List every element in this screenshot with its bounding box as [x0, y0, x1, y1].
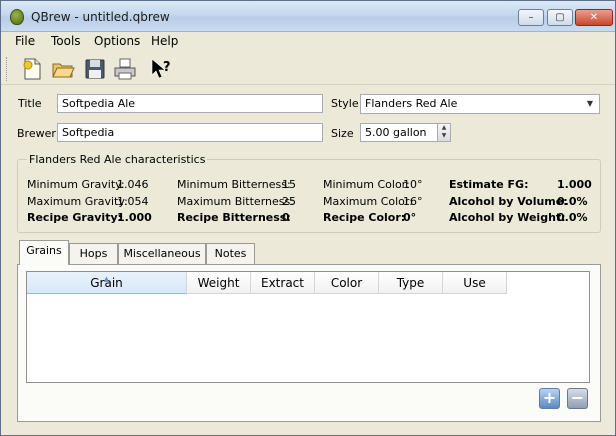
estimate-fg-label: Estimate FG: [449, 178, 529, 191]
recipe-bitterness-label: Recipe Bitterness: [177, 211, 291, 224]
tab-notes[interactable]: Notes [206, 243, 255, 264]
column-header-type[interactable]: Type [379, 272, 443, 294]
spin-up-icon[interactable]: ▲ [438, 124, 450, 132]
min-gravity-value: 1.046 [117, 178, 149, 191]
tab-hops[interactable]: Hops [69, 243, 118, 264]
characteristics-title: Flanders Red Ale characteristics [27, 153, 208, 166]
sort-ascending-icon: ▲ [103, 275, 110, 283]
remove-grain-button[interactable]: − [567, 388, 588, 409]
column-header-use[interactable]: Use [443, 272, 507, 294]
size-label: Size [331, 127, 354, 140]
save-disk-icon[interactable] [82, 56, 108, 82]
menu-file[interactable]: File [15, 34, 35, 48]
maximize-button[interactable]: ▢ [547, 9, 573, 26]
spin-down-icon[interactable]: ▼ [438, 132, 450, 140]
abv-value: 0.0% [557, 195, 588, 208]
style-label: Style [331, 97, 359, 110]
toolbar-grip[interactable] [6, 57, 9, 81]
whats-this-help-icon[interactable]: ? [148, 56, 174, 82]
hop-icon [10, 9, 24, 25]
new-document-icon[interactable] [19, 56, 45, 82]
estimate-fg-value: 1.000 [557, 178, 592, 191]
title-label: Title [18, 97, 42, 110]
min-color-label: Minimum Color: [323, 178, 410, 191]
max-bitterness-value: 25 [282, 195, 296, 208]
minimize-button[interactable]: – [518, 9, 544, 26]
menu-options[interactable]: Options [94, 34, 140, 48]
style-select[interactable]: Flanders Red Ale ▼ [360, 94, 600, 114]
title-bar[interactable]: QBrew - untitled.qbrew – ▢ ✕ [1, 1, 615, 32]
menu-help[interactable]: Help [151, 34, 178, 48]
min-gravity-label: Minimum Gravity: [27, 178, 125, 191]
min-bitterness-label: Minimum Bitterness: [177, 178, 291, 191]
max-gravity-label: Maximum Gravity: [27, 195, 128, 208]
column-header-extract[interactable]: Extract [251, 272, 315, 294]
window-title: QBrew - untitled.qbrew [31, 10, 170, 24]
tab-grains[interactable]: Grains [19, 240, 69, 265]
min-color-value: 10° [403, 178, 423, 191]
size-input[interactable]: 5.00 gallon [360, 123, 438, 142]
min-bitterness-value: 15 [282, 178, 296, 191]
open-folder-icon[interactable] [50, 56, 76, 82]
menu-tools[interactable]: Tools [51, 34, 81, 48]
brewer-input[interactable]: Softpedia [57, 123, 323, 142]
grain-table[interactable]: ▲ Grain Weight Extract Color Type Use [26, 271, 590, 383]
chevron-down-icon: ▼ [586, 99, 594, 108]
column-header-color[interactable]: Color [315, 272, 379, 294]
recipe-gravity-value: 1.000 [117, 211, 152, 224]
print-icon[interactable] [112, 56, 138, 82]
tab-miscellaneous[interactable]: Miscellaneous [118, 243, 206, 264]
abw-value: 0.0% [557, 211, 588, 224]
close-button[interactable]: ✕ [575, 9, 613, 26]
column-header-weight[interactable]: Weight [187, 272, 251, 294]
style-select-value: Flanders Red Ale [365, 97, 458, 110]
menu-bar: File Tools Options Help [1, 32, 615, 51]
brewer-label: Brewer [17, 127, 56, 140]
recipe-color-label: Recipe Color: [323, 211, 406, 224]
abv-label: Alcohol by Volume: [449, 195, 568, 208]
recipe-bitterness-value: 0 [282, 211, 290, 224]
max-gravity-value: 1.054 [117, 195, 149, 208]
max-color-label: Maximum Color: [323, 195, 413, 208]
max-bitterness-label: Maximum Bitterness: [177, 195, 294, 208]
toolbar: ? [1, 51, 615, 85]
svg-text:?: ? [163, 60, 171, 75]
column-header-grain[interactable]: ▲ Grain [27, 272, 187, 294]
max-color-value: 16° [403, 195, 423, 208]
add-grain-button[interactable]: + [539, 388, 560, 409]
abw-label: Alcohol by Weight: [449, 211, 566, 224]
size-stepper[interactable]: ▲ ▼ [437, 123, 451, 142]
recipe-gravity-label: Recipe Gravity: [27, 211, 123, 224]
qbrew-window: QBrew - untitled.qbrew – ▢ ✕ File Tools … [0, 0, 616, 436]
recipe-color-value: 0° [403, 211, 417, 224]
title-input[interactable]: Softpedia Ale [57, 94, 323, 113]
